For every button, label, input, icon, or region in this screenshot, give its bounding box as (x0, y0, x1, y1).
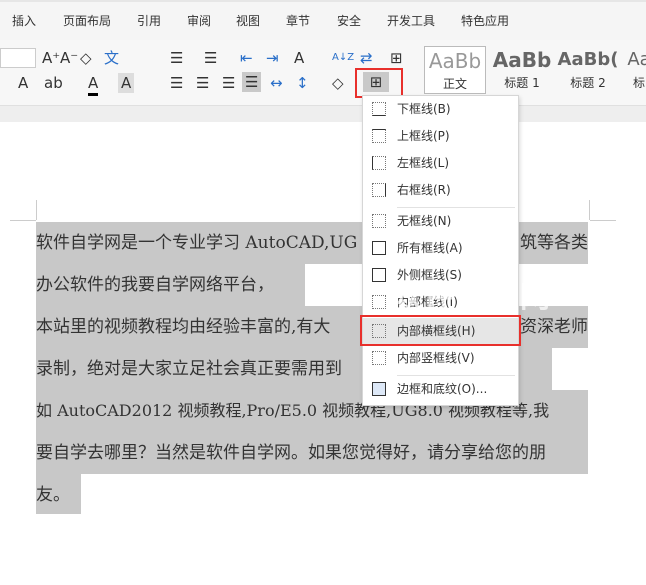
table-icon[interactable]: ⊞ (390, 48, 403, 68)
doc-line[interactable]: 筑等各类 (520, 222, 588, 264)
tab-features[interactable]: 特色应用 (461, 12, 509, 29)
clear-format-icon[interactable]: ◇ (80, 48, 92, 68)
tab-references[interactable]: 引用 (137, 12, 161, 29)
style-heading2[interactable]: AaBb(标题 2 (556, 46, 620, 94)
style-heading3[interactable]: Aa 标 (624, 46, 646, 94)
tab-security[interactable]: 安全 (337, 12, 361, 29)
tab-insert[interactable]: 插入 (12, 12, 36, 29)
doc-line[interactable]: 办公软件的我要自学网络平台， (36, 264, 274, 306)
numbering-icon[interactable]: ☰ (204, 48, 217, 68)
menu-item-top-border[interactable]: 上框线(P) (363, 123, 518, 150)
tab-section[interactable]: 章节 (286, 12, 310, 29)
borders-highlight-box (355, 68, 403, 98)
menu-item-left-border[interactable]: 左框线(L) (363, 150, 518, 177)
borders-dropdown-menu: 下框线(B) 上框线(P) 左框线(L) 右框线(R) 无框线(N) 所有框线(… (362, 95, 519, 406)
line-spacing-icon[interactable]: ↕ (296, 73, 309, 93)
menu-item-borders-and-shading[interactable]: 边框和底纹(O)... (363, 376, 518, 403)
menu-highlight-box (360, 315, 521, 346)
top-border-icon (372, 129, 386, 143)
tab-page-layout[interactable]: 页面布局 (63, 12, 111, 29)
sort-icon[interactable]: A↓Z (332, 48, 354, 68)
right-border-icon (372, 183, 386, 197)
tab-developer[interactable]: 开发工具 (387, 12, 435, 29)
pinyin-icon[interactable]: 文 (104, 48, 119, 68)
tab-review[interactable]: 审阅 (187, 12, 211, 29)
ribbon-tabs: 插入 页面布局 引用 审阅 视图 章节 安全 开发工具 特色应用 (0, 0, 646, 40)
all-borders-icon (372, 241, 386, 255)
line-break-icon[interactable]: ⇄ (360, 48, 373, 68)
styles-gallery: AaBb 正文 AaBb 标题 1 AaBb(标题 2 Aa 标 (424, 46, 646, 96)
font-size-select[interactable] (0, 48, 36, 68)
left-border-icon (372, 156, 386, 170)
document-page: 软件自学网是一个专业学习 AutoCAD,UG 筑等各类 办公软件的我要自学网络… (0, 122, 646, 585)
outside-borders-icon (372, 268, 386, 282)
inside-borders-icon (372, 295, 386, 309)
margin-mark (589, 200, 590, 220)
ribbon-gap (0, 106, 646, 122)
align-center-icon[interactable]: ☰ (196, 73, 209, 93)
doc-line[interactable]: 软件自学网是一个专业学习 AutoCAD,UG (36, 222, 357, 264)
margin-mark (10, 220, 36, 221)
shading-icon[interactable]: ◇ (332, 73, 344, 93)
justify-icon[interactable]: ☰ (242, 72, 262, 92)
align-right-icon[interactable]: ☰ (222, 73, 235, 93)
tab-view[interactable]: 视图 (236, 12, 260, 29)
menu-item-all-borders[interactable]: 所有框线(A) (363, 235, 518, 262)
menu-item-no-border[interactable]: 无框线(N) (363, 208, 518, 235)
menu-item-inside-vertical-border[interactable]: 内部竖框线(V) (363, 345, 518, 372)
doc-line[interactable]: 录制，绝对是大家立足社会真正要需用到 (36, 348, 342, 390)
bullets-icon[interactable]: ☰ (170, 48, 183, 68)
char-shading-icon[interactable]: A (118, 73, 135, 93)
font-color-icon[interactable]: A (88, 73, 99, 96)
char-scale-icon[interactable]: A (294, 48, 304, 68)
watermark: 软件自学网 (392, 280, 552, 315)
distribute-icon[interactable]: ↔ (270, 73, 283, 93)
no-border-icon (372, 214, 386, 228)
margin-mark (590, 220, 616, 221)
inside-vertical-border-icon (372, 351, 386, 365)
doc-line[interactable]: 要自学去哪里？当然是软件自学网。如果您觉得好，请分享给您的朋 (36, 432, 546, 474)
style-normal[interactable]: AaBb 正文 (424, 46, 486, 94)
bottom-border-icon (372, 102, 386, 116)
shrink-font-icon[interactable]: A⁻ (60, 48, 78, 68)
margin-mark (36, 200, 37, 220)
decrease-indent-icon[interactable]: ⇤ (240, 48, 253, 68)
align-left-icon[interactable]: ☰ (170, 73, 183, 93)
style-heading1[interactable]: AaBb 标题 1 (490, 46, 554, 94)
increase-indent-icon[interactable]: ⇥ (266, 48, 279, 68)
menu-item-bottom-border[interactable]: 下框线(B) (363, 96, 518, 123)
doc-line[interactable]: 本站里的视频教程均由经验丰富的,有大 (36, 306, 330, 348)
borders-shading-icon (372, 382, 386, 396)
grow-font-icon[interactable]: A⁺ (42, 48, 60, 68)
menu-item-right-border[interactable]: 右框线(R) (363, 177, 518, 204)
text-effect-icon[interactable]: A (18, 73, 28, 93)
highlight-icon[interactable]: ab (44, 73, 63, 93)
doc-line[interactable]: 友。 (36, 474, 70, 516)
